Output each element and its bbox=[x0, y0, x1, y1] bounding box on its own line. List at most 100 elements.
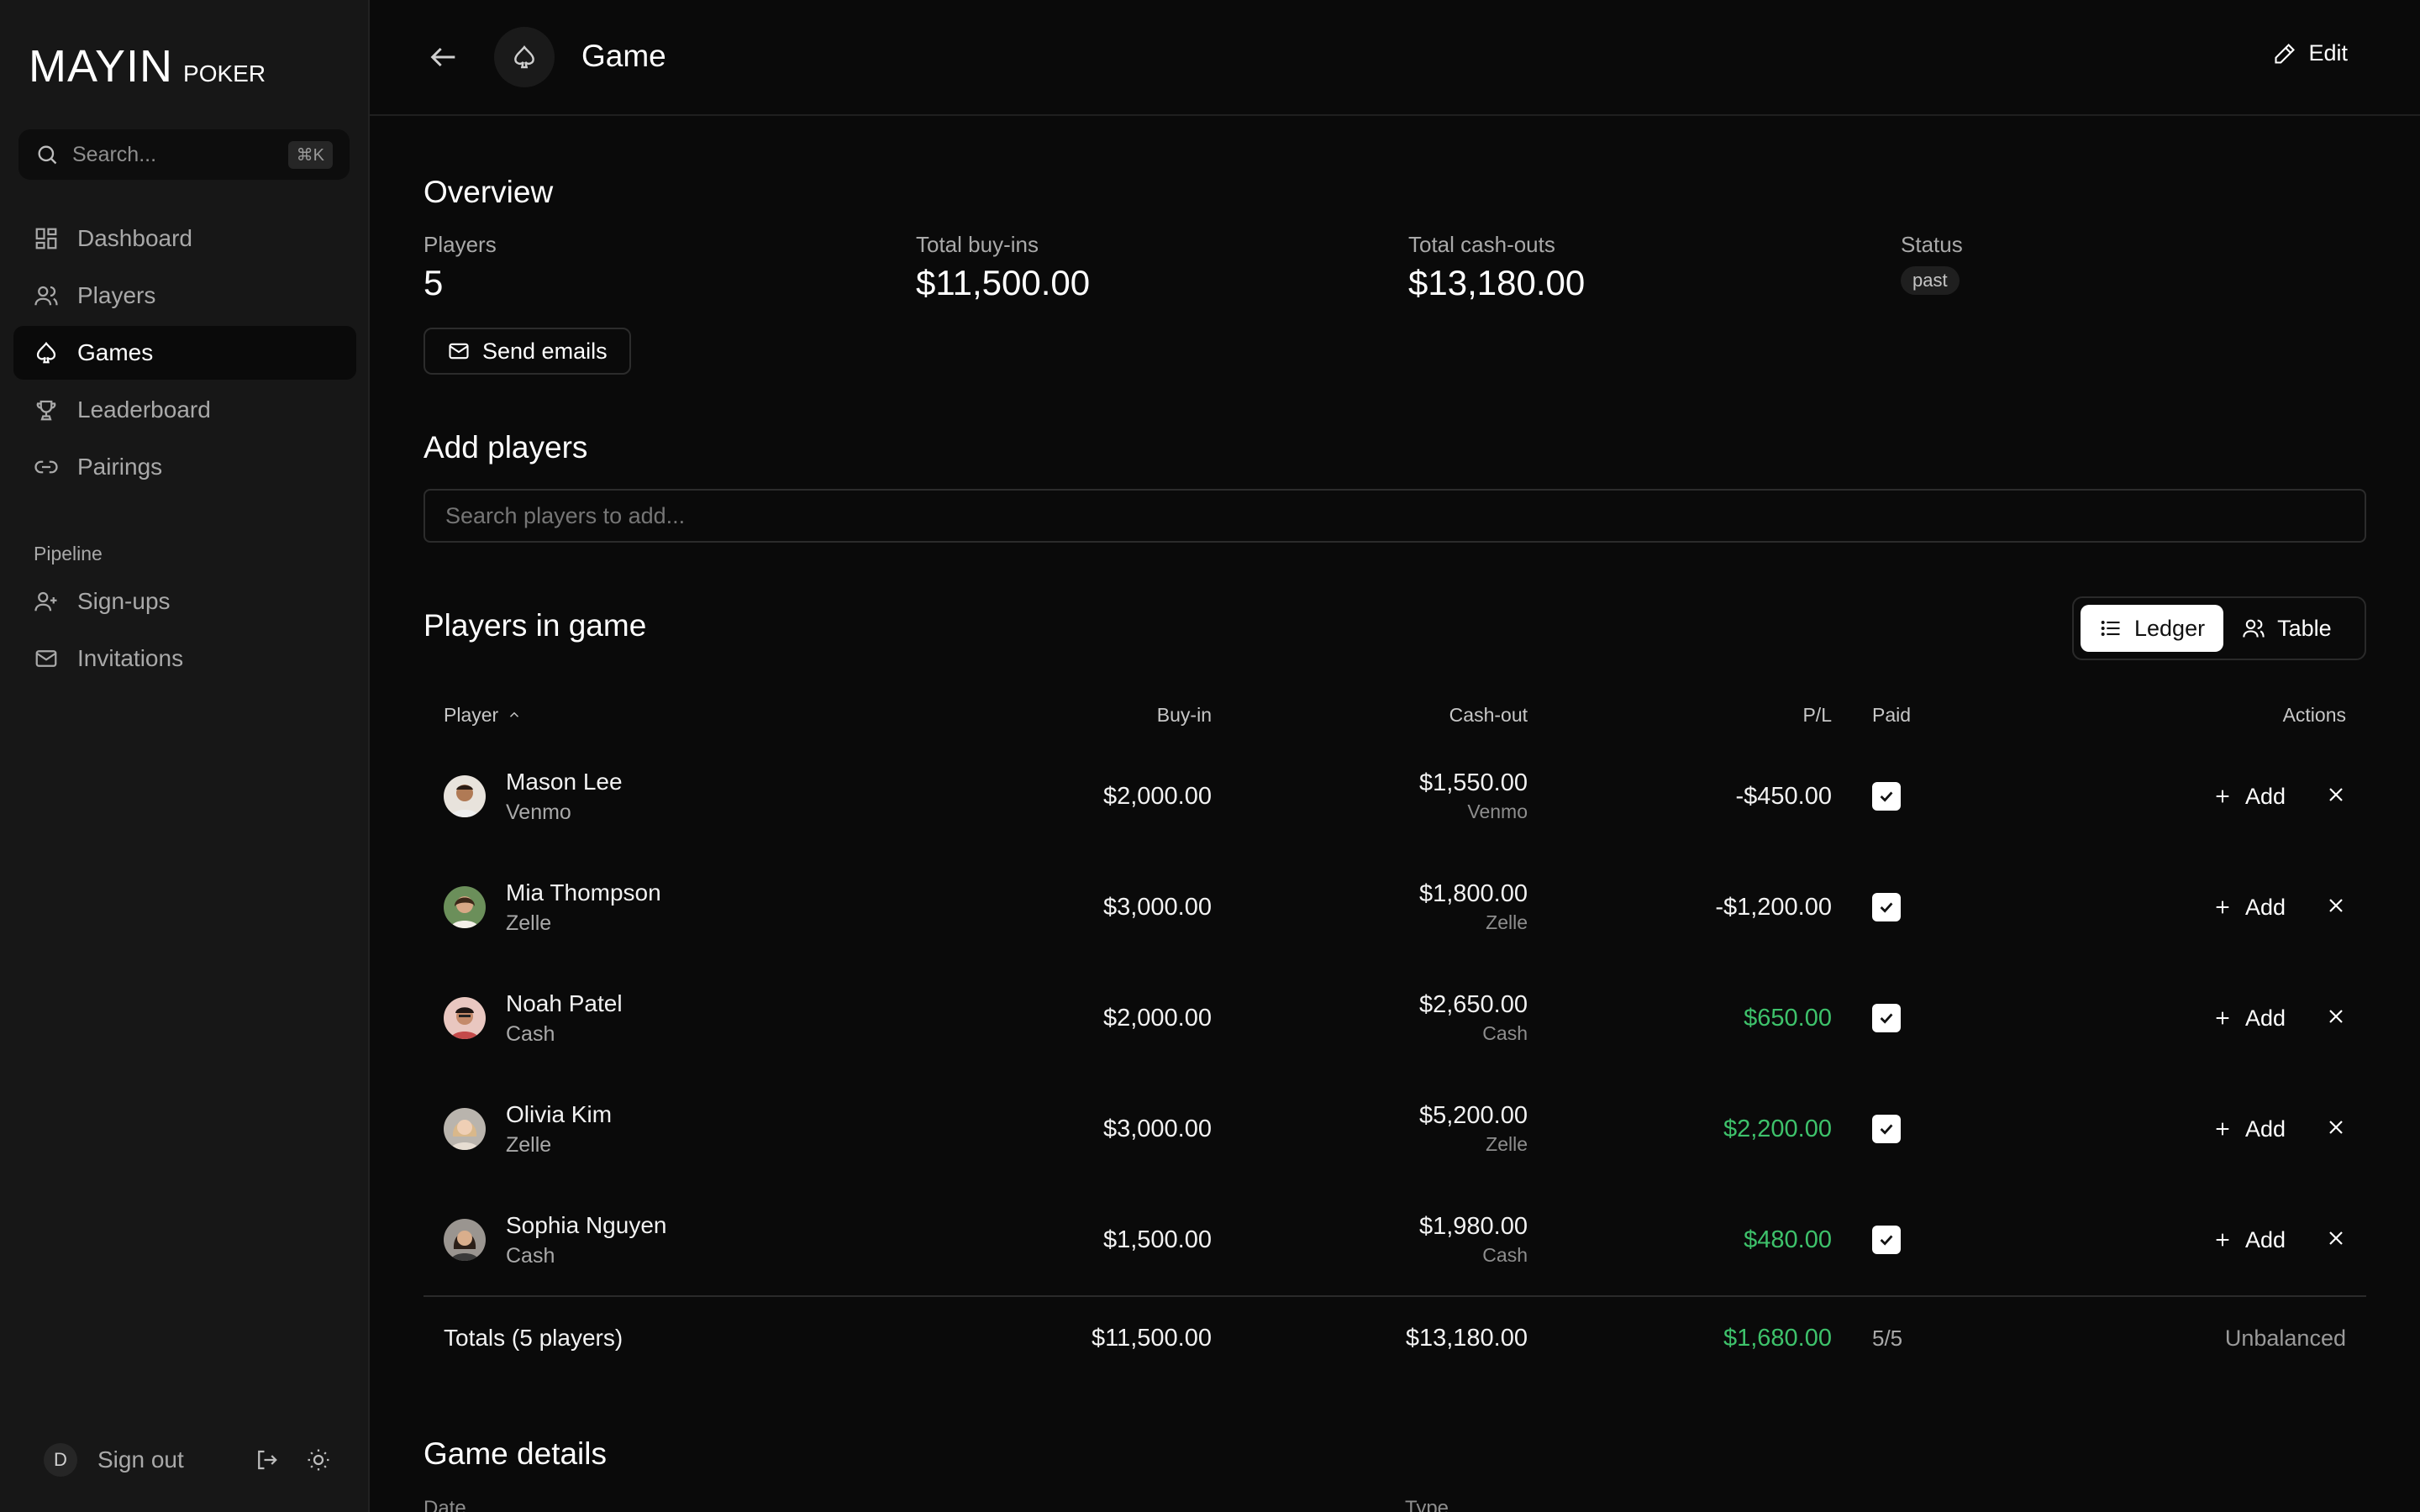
cashout-method: Venmo bbox=[1467, 801, 1528, 822]
spade-icon bbox=[514, 45, 534, 69]
cashout-cell: $1,980.00 Cash bbox=[1212, 1213, 1528, 1267]
edit-button[interactable]: Edit bbox=[2273, 40, 2348, 66]
send-emails-button[interactable]: Send emails bbox=[424, 328, 631, 375]
paid-cell bbox=[1832, 1115, 1991, 1143]
add-buyin-button[interactable]: Add bbox=[2213, 1116, 2286, 1142]
check-icon bbox=[1880, 1124, 1893, 1135]
stat-players: Players 5 bbox=[424, 232, 497, 303]
add-buyin-button[interactable]: Add bbox=[2213, 784, 2286, 810]
trophy-icon bbox=[36, 400, 56, 421]
close-icon bbox=[2329, 1231, 2343, 1245]
player-cell: Mason Lee Venmo bbox=[424, 769, 882, 825]
column-paid: Paid bbox=[1872, 703, 1912, 726]
avatar bbox=[444, 1219, 486, 1261]
list-icon bbox=[2101, 621, 2120, 636]
paid-cell bbox=[1832, 782, 1991, 811]
column-label: Player bbox=[444, 703, 499, 726]
totals-row: Totals (5 players) $11,500.00 $13,180.00… bbox=[424, 1295, 2366, 1379]
avatar[interactable]: D bbox=[44, 1443, 77, 1477]
back-arrow-icon[interactable] bbox=[427, 40, 460, 74]
remove-player-button[interactable] bbox=[2326, 785, 2346, 809]
paid-checkbox[interactable] bbox=[1872, 1004, 1901, 1032]
close-icon bbox=[2329, 898, 2343, 912]
paid-cell bbox=[1832, 1004, 1991, 1032]
stat-total-buyins: Total buy-ins $11,500.00 bbox=[916, 232, 1090, 303]
player-cell: Mia Thompson Zelle bbox=[424, 879, 882, 936]
table-row: Olivia Kim Zelle $3,000.00 $5,200.00 Zel… bbox=[424, 1074, 2366, 1184]
cashout-method: Cash bbox=[1482, 1022, 1528, 1044]
sidebar-item-invitations[interactable]: Invitations bbox=[13, 632, 356, 685]
remove-player-button[interactable] bbox=[2326, 1117, 2346, 1142]
signout-label[interactable]: Sign out bbox=[97, 1446, 227, 1473]
paid-checkbox[interactable] bbox=[1872, 893, 1901, 921]
sidebar-item-label: Sign-ups bbox=[77, 588, 171, 614]
search-placeholder: Search... bbox=[72, 142, 157, 166]
search-input[interactable]: Search... ⌘K bbox=[18, 129, 350, 180]
stat-label: Status bbox=[1901, 232, 1963, 257]
ledger-label: Ledger bbox=[2134, 615, 2206, 641]
close-icon bbox=[2329, 787, 2343, 801]
remove-player-button[interactable] bbox=[2326, 895, 2346, 920]
sort-ascending-icon bbox=[510, 711, 519, 717]
add-buyin-button[interactable]: Add bbox=[2213, 1227, 2286, 1253]
add-players-search-input[interactable] bbox=[424, 489, 2366, 543]
search-icon bbox=[38, 145, 57, 165]
add-buyin-button[interactable]: Add bbox=[2213, 1005, 2286, 1032]
date-label: Date bbox=[424, 1497, 466, 1512]
column-buyin: Buy-in bbox=[1156, 703, 1212, 726]
sidebar-nav: Dashboard Players Games Leaderboard Pair… bbox=[13, 212, 356, 497]
remove-player-button[interactable] bbox=[2326, 1228, 2346, 1252]
paid-checkbox[interactable] bbox=[1872, 1226, 1901, 1254]
stat-label: Players bbox=[424, 232, 497, 257]
pipeline-section-label: Pipeline bbox=[34, 543, 103, 564]
ledger-view-button[interactable]: Ledger bbox=[2081, 605, 2224, 652]
player-name[interactable]: Noah Patel bbox=[506, 990, 623, 1017]
add-players-title: Add players bbox=[424, 430, 588, 465]
close-icon bbox=[2329, 1009, 2343, 1023]
player-name[interactable]: Olivia Kim bbox=[506, 1101, 612, 1128]
sidebar-item-signups[interactable]: Sign-ups bbox=[13, 575, 356, 628]
player-payment-method: Zelle bbox=[506, 911, 552, 935]
totals-cashout: $13,180.00 bbox=[1405, 1324, 1528, 1352]
row-actions: Add bbox=[1991, 895, 2366, 921]
player-payment-method: Cash bbox=[506, 1243, 555, 1268]
add-buyin-button[interactable]: Add bbox=[2213, 895, 2286, 921]
column-player[interactable]: Player bbox=[424, 704, 882, 727]
table-label: Table bbox=[2277, 615, 2332, 641]
pipeline-nav: Sign-ups Invitations bbox=[13, 575, 356, 689]
player-name[interactable]: Sophia Nguyen bbox=[506, 1212, 666, 1239]
sidebar-footer: D Sign out bbox=[0, 1408, 370, 1512]
sun-icon[interactable] bbox=[306, 1447, 331, 1473]
player-payment-method: Zelle bbox=[506, 1132, 552, 1157]
stat-status: Status past bbox=[1901, 232, 1963, 295]
sidebar-item-leaderboard[interactable]: Leaderboard bbox=[13, 383, 356, 437]
stat-value: $11,500.00 bbox=[916, 263, 1091, 302]
sidebar-item-label: Leaderboard bbox=[77, 396, 211, 423]
remove-player-button[interactable] bbox=[2326, 1006, 2346, 1031]
paid-checkbox[interactable] bbox=[1872, 1115, 1901, 1143]
game-details-title: Game details bbox=[424, 1436, 607, 1471]
sidebar-item-games[interactable]: Games bbox=[13, 326, 356, 380]
search-shortcut-badge: ⌘K bbox=[287, 140, 333, 169]
cashout-value: $1,550.00 bbox=[1418, 769, 1528, 796]
plus-icon bbox=[2216, 1233, 2229, 1247]
totals-label: Totals (5 players) bbox=[444, 1325, 623, 1351]
pencil-icon bbox=[2275, 43, 2296, 64]
player-name[interactable]: Mason Lee bbox=[506, 769, 623, 795]
sidebar-item-players[interactable]: Players bbox=[13, 269, 356, 323]
cashout-method: Zelle bbox=[1486, 911, 1528, 933]
sidebar-item-label: Games bbox=[77, 339, 154, 365]
player-name[interactable]: Mia Thompson bbox=[506, 879, 661, 906]
stat-value: 5 bbox=[424, 263, 444, 302]
row-actions: Add bbox=[1991, 1116, 2366, 1142]
buyin-value: $3,000.00 bbox=[1102, 1115, 1212, 1142]
sidebar-item-dashboard[interactable]: Dashboard bbox=[13, 212, 356, 265]
sidebar-item-pairings[interactable]: Pairings bbox=[13, 440, 356, 494]
status-badge: past bbox=[1901, 266, 1960, 295]
player-cell: Noah Patel Cash bbox=[424, 990, 882, 1047]
paid-checkbox[interactable] bbox=[1872, 782, 1901, 811]
logout-icon[interactable] bbox=[254, 1447, 279, 1473]
table-view-button[interactable]: Table bbox=[2223, 605, 2350, 652]
buyin-value: $3,000.00 bbox=[1102, 893, 1212, 921]
table-row: Mia Thompson Zelle $3,000.00 $1,800.00 Z… bbox=[424, 852, 2366, 963]
